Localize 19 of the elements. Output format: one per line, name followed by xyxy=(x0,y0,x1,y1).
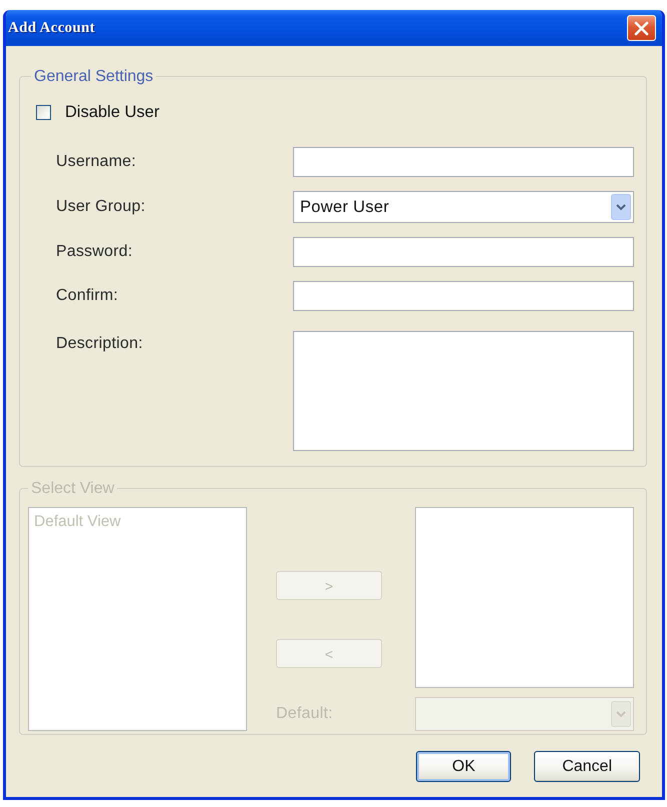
input-field[interactable] xyxy=(293,281,634,311)
input-field[interactable] xyxy=(293,147,634,177)
close-button[interactable] xyxy=(627,15,656,41)
group-label: General Settings xyxy=(33,68,154,85)
checkbox-label[interactable]: Disable User xyxy=(65,102,160,122)
field-label: Username: xyxy=(56,153,138,171)
field-label: Confirm: xyxy=(56,287,120,305)
cancel-button[interactable]: Cancel xyxy=(534,751,640,782)
checkbox[interactable] xyxy=(36,104,51,120)
chevron-down-icon[interactable] xyxy=(611,194,631,220)
input-field[interactable] xyxy=(293,237,634,267)
ok-button[interactable]: OK xyxy=(416,751,512,782)
field-label: Description: xyxy=(56,334,144,353)
window-title: Add Account xyxy=(8,20,96,36)
close-icon xyxy=(634,20,649,36)
dropdown[interactable]: Power User xyxy=(293,191,634,223)
text-area[interactable] xyxy=(293,331,634,451)
field-label: User Group: xyxy=(56,198,146,216)
field-label: Password: xyxy=(56,243,134,261)
